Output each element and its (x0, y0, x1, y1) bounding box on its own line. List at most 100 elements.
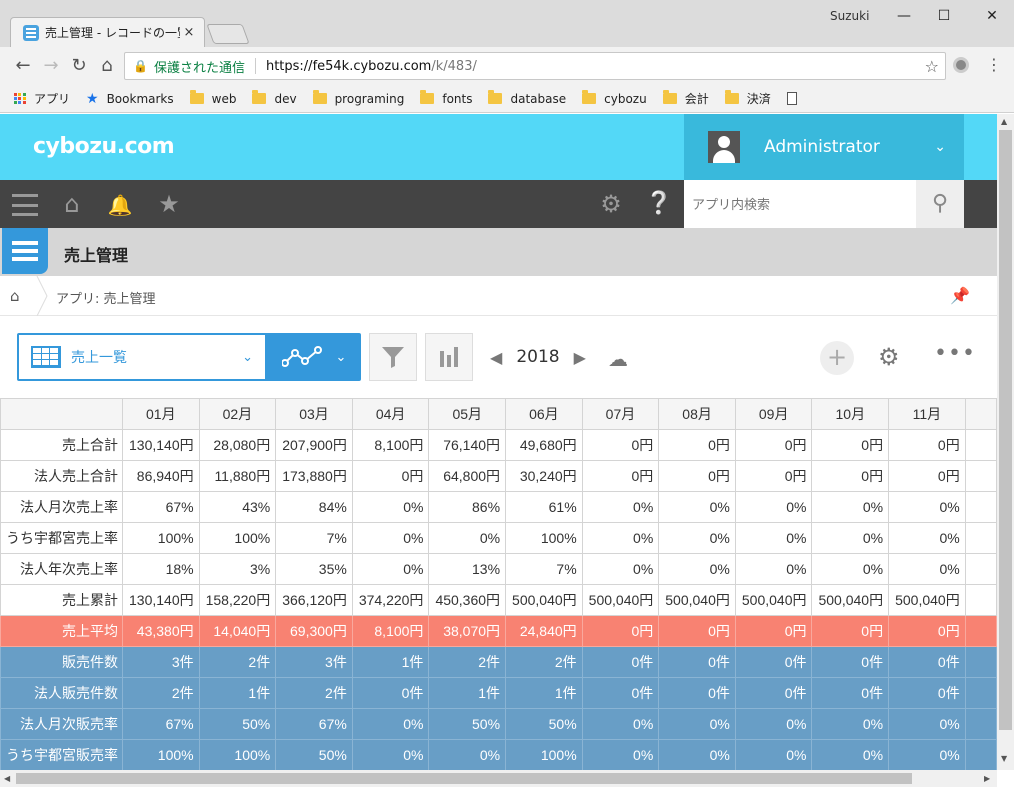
tab-title: 売上管理 - レコードの一覧 (45, 26, 180, 40)
profile-name[interactable]: Suzuki (830, 9, 869, 23)
row-label: 販売件数 (0, 646, 123, 678)
bookmark-item[interactable]: web (189, 90, 236, 106)
bookmark-item[interactable]: ★ Bookmarks (86, 91, 174, 107)
back-arrow-icon[interactable]: ← (12, 55, 34, 76)
cloud-download-icon[interactable]: ☁ (608, 347, 628, 371)
chevron-down-icon: ⌄ (934, 139, 946, 155)
table-view-icon (31, 346, 61, 368)
table-cell: 0円 (734, 460, 813, 492)
table-cell: 50% (275, 739, 353, 770)
previous-year-arrow-icon[interactable]: ◀ (490, 348, 502, 367)
table-cell: 158,220円 (198, 584, 277, 616)
settings-gear-icon[interactable]: ⚙ (596, 190, 626, 218)
scroll-left-arrow-icon[interactable]: ◀ (4, 774, 10, 783)
notification-bell-icon[interactable]: 🔔 (105, 193, 135, 217)
table-cell (964, 491, 997, 523)
bookmark-item[interactable] (786, 92, 805, 105)
app-settings-gear-icon[interactable]: ⚙ (878, 343, 900, 371)
graph-button[interactable] (425, 333, 473, 381)
folder-icon (189, 90, 204, 104)
breadcrumb-home-icon[interactable]: ⌂ (10, 287, 20, 305)
table-cell: 1件 (505, 677, 583, 709)
add-record-button[interactable]: + (820, 341, 854, 375)
bookmark-star-icon[interactable]: ☆ (925, 57, 939, 76)
favorites-star-icon[interactable]: ★ (154, 190, 184, 218)
bookmark-item[interactable]: database (488, 90, 566, 106)
table-row: 法人販売件数 2件 1件 2件 0件 1件 1件 0件 0件 0件 0件 0件 (0, 677, 997, 709)
reload-icon[interactable]: ↻ (68, 55, 90, 76)
bookmark-item[interactable]: 決済 (724, 90, 771, 107)
month-column-header: 04月 (351, 398, 430, 430)
app-search-input[interactable] (684, 180, 916, 228)
app-titlebar: 売上管理 (0, 228, 997, 276)
table-cell: 130,140円 (122, 584, 200, 616)
horizontal-scrollbar[interactable]: ◀ ▶ (0, 770, 997, 787)
tab-close-icon[interactable]: × (180, 25, 198, 40)
close-window-button[interactable]: ✕ (972, 4, 1012, 28)
cybozu-header: cybozu.com Administrator ⌄ (0, 114, 997, 180)
table-header-row: 01月 02月 03月 04月 05月 06月 07月 08月 09月 10月 11月 (0, 398, 997, 430)
table-cell: 0% (428, 522, 507, 554)
breadcrumb-app[interactable]: アプリ: 売上管理 (56, 288, 156, 307)
table-cell: 49,680円 (505, 429, 583, 461)
table-cell: 3件 (122, 646, 200, 678)
table-cell: 100% (122, 739, 200, 770)
table-cell: 130,140円 (122, 429, 200, 461)
pin-icon[interactable]: 📌 (950, 286, 970, 305)
portal-home-icon[interactable]: ⌂ (57, 190, 87, 218)
filter-button[interactable] (369, 333, 417, 381)
row-label: 法人売上合計 (0, 460, 123, 492)
table-cell (964, 522, 997, 554)
more-options-icon[interactable]: ••• (934, 341, 976, 366)
table-cell: 0% (734, 739, 813, 770)
apps-grid-icon (14, 92, 26, 105)
table-cell: 1件 (351, 646, 430, 678)
row-label: 法人月次販売率 (0, 708, 123, 740)
table-cell: 0% (888, 522, 966, 554)
view-selector[interactable]: 売上一覧 ⌄ (17, 333, 267, 381)
secure-label: 保護された通信 (153, 60, 245, 76)
search-icon[interactable]: ⚲ (916, 180, 964, 228)
month-column-header: 10月 (811, 398, 890, 430)
bookmark-item[interactable]: dev (252, 90, 297, 106)
next-year-arrow-icon[interactable]: ▶ (574, 348, 586, 367)
extension-icon[interactable] (953, 57, 969, 73)
scroll-up-arrow-icon[interactable]: ▲ (1001, 117, 1007, 126)
horizontal-scroll-thumb[interactable] (16, 773, 912, 784)
home-icon[interactable]: ⌂ (96, 55, 118, 76)
bookmark-item[interactable]: cybozu (582, 90, 647, 106)
table-cell: 7% (505, 553, 583, 585)
vertical-scrollbar[interactable]: ▲ ▼ (997, 114, 1014, 770)
table-cell: 500,040円 (505, 584, 583, 616)
graph-selector[interactable]: ⌄ (267, 333, 361, 381)
menu-icon[interactable] (12, 194, 38, 216)
bookmark-item[interactable]: fonts (420, 90, 472, 106)
table-cell: 0% (351, 491, 430, 523)
chrome-menu-icon[interactable]: ⋮ (986, 55, 1002, 74)
table-row: うち宇都宮販売率 100% 100% 50% 0% 0% 100% 0% 0% 0% 0% 0% (0, 739, 997, 770)
help-icon[interactable]: ❔ (644, 191, 674, 216)
bookmark-item[interactable]: 会計 (662, 90, 709, 107)
forward-arrow-icon[interactable]: → (40, 55, 62, 76)
app-title: 売上管理 (64, 246, 129, 265)
new-tab-button[interactable] (206, 24, 250, 44)
browser-tab[interactable]: 売上管理 - レコードの一覧 × (10, 17, 205, 47)
app-list-icon[interactable] (2, 228, 48, 274)
table-cell: 43% (198, 491, 277, 523)
bookmark-item[interactable]: アプリ (14, 90, 70, 107)
bookmark-item[interactable]: programing (312, 90, 404, 106)
row-label: 法人販売件数 (0, 677, 123, 709)
table-cell: 0% (581, 708, 660, 740)
table-cell: 500,040円 (734, 584, 813, 616)
cybozu-logo[interactable]: cybozu.com (33, 134, 175, 159)
minimize-button[interactable]: — (884, 4, 924, 28)
vertical-scroll-thumb[interactable] (999, 130, 1012, 730)
table-cell: 30,240円 (505, 460, 583, 492)
scroll-down-arrow-icon[interactable]: ▼ (1001, 754, 1007, 763)
address-bar[interactable]: 🔒 保護された通信 https://fe54k.cybozu.com/k/483… (124, 52, 946, 80)
breadcrumb-separator (36, 276, 48, 316)
user-menu[interactable]: Administrator ⌄ (684, 114, 964, 180)
scroll-right-arrow-icon[interactable]: ▶ (984, 774, 990, 783)
table-cell: 3% (198, 553, 277, 585)
maximize-button[interactable]: ☐ (924, 4, 964, 28)
